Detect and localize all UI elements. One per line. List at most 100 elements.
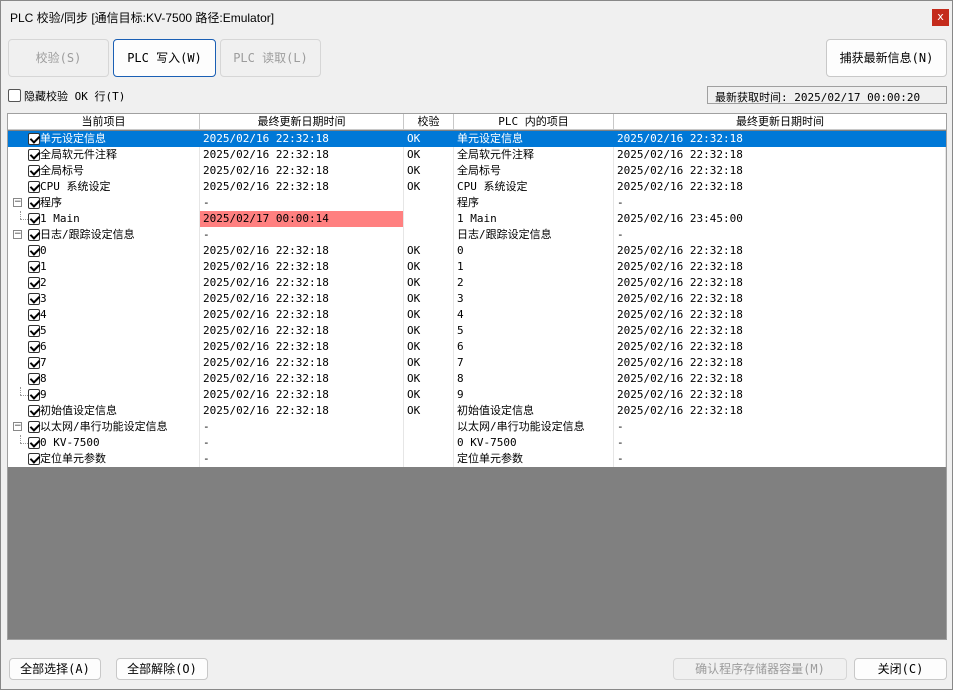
- cell-last-update: 2025/02/16 22:32:18: [200, 259, 404, 275]
- cell-verify: OK: [404, 259, 454, 275]
- collapse-icon[interactable]: −: [13, 198, 22, 207]
- cell-current-item: 7: [8, 355, 200, 371]
- row-checkbox[interactable]: [28, 293, 40, 305]
- table-row[interactable]: 0 KV-7500-0 KV-7500-: [8, 435, 946, 451]
- table-row[interactable]: 5 2025/02/16 22:32:18 OK 5 2025/02/16 22:32:…: [8, 323, 946, 339]
- cell-verify: [404, 419, 454, 435]
- cell-plc-last-update: 2025/02/16 22:32:18: [614, 131, 946, 147]
- cell-last-update: 2025/02/16 22:32:18: [200, 163, 404, 179]
- item-label: 2: [40, 276, 47, 289]
- table-row[interactable]: 定位单元参数 - 定位单元参数 -: [8, 451, 946, 467]
- cell-verify: [404, 451, 454, 467]
- item-label: 1: [40, 260, 47, 273]
- row-checkbox[interactable]: [28, 325, 40, 337]
- row-checkbox[interactable]: [28, 245, 40, 257]
- cell-plc-last-update: -: [614, 451, 946, 467]
- deselect-all-button[interactable]: 全部解除(O): [116, 658, 208, 680]
- cell-current-item: 0: [8, 243, 200, 259]
- row-checkbox[interactable]: [28, 261, 40, 273]
- row-checkbox[interactable]: [28, 421, 40, 433]
- table-row[interactable]: − 日志/跟踪设定信息 - 日志/跟踪设定信息 -: [8, 227, 946, 243]
- row-checkbox[interactable]: [28, 437, 40, 449]
- select-all-button[interactable]: 全部选择(A): [9, 658, 101, 680]
- header-verify[interactable]: 校验: [404, 114, 454, 130]
- cell-current-item: 定位单元参数: [8, 451, 200, 467]
- cell-current-item: 0 KV-7500: [8, 435, 200, 451]
- table-row[interactable]: 1 Main 2025/02/17 00:00:14 1 Main 2025/02/1…: [8, 211, 946, 227]
- item-label: 以太网/串行功能设定信息: [40, 420, 168, 433]
- plc-write-button[interactable]: PLC 写入(W): [113, 39, 216, 77]
- row-checkbox[interactable]: [28, 309, 40, 321]
- table-row[interactable]: 3 2025/02/16 22:32:18 OK 3 2025/02/16 22:32:…: [8, 291, 946, 307]
- cell-verify: OK: [404, 307, 454, 323]
- cell-current-item: 4: [8, 307, 200, 323]
- row-checkbox[interactable]: [28, 197, 40, 209]
- check-program-memory-button[interactable]: 确认程序存储器容量(M): [673, 658, 847, 680]
- collapse-icon[interactable]: −: [13, 422, 22, 431]
- row-checkbox[interactable]: [28, 181, 40, 193]
- row-checkbox[interactable]: [28, 149, 40, 161]
- cell-plc-item: 定位单元参数: [454, 451, 614, 467]
- cell-plc-item: 2: [454, 275, 614, 291]
- table-row[interactable]: CPU 系统设定 2025/02/16 22:32:18 OK CPU 系统设定 202…: [8, 179, 946, 195]
- item-label: 4: [40, 308, 47, 321]
- table-row[interactable]: 0 2025/02/16 22:32:18 OK 0 2025/02/16 22:32:…: [8, 243, 946, 259]
- header-plc-last-update[interactable]: 最终更新日期时间: [614, 114, 946, 130]
- table-row[interactable]: 全局软元件注释 2025/02/16 22:32:18 OK 全局软元件注释 2025/…: [8, 147, 946, 163]
- table-row[interactable]: 全局标号 2025/02/16 22:32:18 OK 全局标号 2025/02/16 …: [8, 163, 946, 179]
- table-row[interactable]: 1 2025/02/16 22:32:18 OK 1 2025/02/16 22:32:…: [8, 259, 946, 275]
- cell-plc-last-update: 2025/02/16 22:32:18: [614, 307, 946, 323]
- cell-plc-last-update: 2025/02/16 22:32:18: [614, 275, 946, 291]
- row-checkbox[interactable]: [28, 133, 40, 145]
- row-checkbox[interactable]: [28, 229, 40, 241]
- table-row[interactable]: − 程序 - 程序 -: [8, 195, 946, 211]
- item-label: 1 Main: [40, 212, 80, 225]
- cell-plc-item: 7: [454, 355, 614, 371]
- row-checkbox[interactable]: [28, 213, 40, 225]
- cell-last-update: 2025/02/16 22:32:18: [200, 243, 404, 259]
- header-last-update[interactable]: 最终更新日期时间: [200, 114, 404, 130]
- capture-latest-info-button[interactable]: 捕获最新信息(N): [826, 39, 947, 77]
- table-row[interactable]: 8 2025/02/16 22:32:18 OK 8 2025/02/16 22:32:…: [8, 371, 946, 387]
- table-row[interactable]: 单元设定信息 2025/02/16 22:32:18 OK 单元设定信息 2025/02…: [8, 131, 946, 147]
- table-row[interactable]: 7 2025/02/16 22:32:18 OK 7 2025/02/16 22:32:…: [8, 355, 946, 371]
- row-checkbox[interactable]: [28, 165, 40, 177]
- table-row[interactable]: 4 2025/02/16 22:32:18 OK 4 2025/02/16 22:32:…: [8, 307, 946, 323]
- item-label: 9: [40, 388, 47, 401]
- cell-plc-item: 初始值设定信息: [454, 403, 614, 419]
- table-row[interactable]: 2 2025/02/16 22:32:18 OK 2 2025/02/16 22:32:…: [8, 275, 946, 291]
- cell-last-update: 2025/02/16 22:32:18: [200, 387, 404, 403]
- item-label: CPU 系统设定: [40, 180, 111, 193]
- collapse-icon[interactable]: −: [13, 230, 22, 239]
- row-checkbox[interactable]: [28, 357, 40, 369]
- cell-plc-item: 8: [454, 371, 614, 387]
- row-checkbox[interactable]: [28, 405, 40, 417]
- table-row[interactable]: 9 2025/02/16 22:32:18 OK 9 2025/02/16 22:32:…: [8, 387, 946, 403]
- cell-last-update: 2025/02/16 22:32:18: [200, 339, 404, 355]
- cell-plc-last-update: 2025/02/16 22:32:18: [614, 339, 946, 355]
- close-button[interactable]: 关闭(C): [854, 658, 947, 680]
- header-plc-item[interactable]: PLC 内的项目: [454, 114, 614, 130]
- cell-last-update: 2025/02/16 22:32:18: [200, 275, 404, 291]
- table-row[interactable]: − 以太网/串行功能设定信息 - 以太网/串行功能设定信息 -: [8, 419, 946, 435]
- cell-current-item: CPU 系统设定: [8, 179, 200, 195]
- row-checkbox[interactable]: [28, 389, 40, 401]
- title-bar: PLC 校验/同步 [通信目标:KV-7500 路径:Emulator] x: [1, 1, 952, 32]
- row-checkbox[interactable]: [28, 453, 40, 465]
- header-current-item[interactable]: 当前项目: [8, 114, 200, 130]
- cell-last-update: 2025/02/16 22:32:18: [200, 371, 404, 387]
- cell-plc-last-update: 2025/02/16 22:32:18: [614, 243, 946, 259]
- cell-last-update: 2025/02/16 22:32:18: [200, 355, 404, 371]
- verify-button[interactable]: 校验(S): [8, 39, 109, 77]
- table-row[interactable]: 6 2025/02/16 22:32:18 OK 6 2025/02/16 22:32:…: [8, 339, 946, 355]
- row-checkbox[interactable]: [28, 341, 40, 353]
- cell-plc-item: 1 Main: [454, 211, 614, 227]
- cell-last-update: -: [200, 195, 404, 211]
- close-icon[interactable]: x: [932, 9, 949, 26]
- row-checkbox[interactable]: [28, 277, 40, 289]
- table-row[interactable]: 初始值设定信息 2025/02/16 22:32:18 OK 初始值设定信息 2025/…: [8, 403, 946, 419]
- row-checkbox[interactable]: [28, 373, 40, 385]
- plc-read-button[interactable]: PLC 读取(L): [220, 39, 321, 77]
- hide-ok-rows-checkbox[interactable]: [8, 89, 21, 102]
- cell-current-item: 1 Main: [8, 211, 200, 227]
